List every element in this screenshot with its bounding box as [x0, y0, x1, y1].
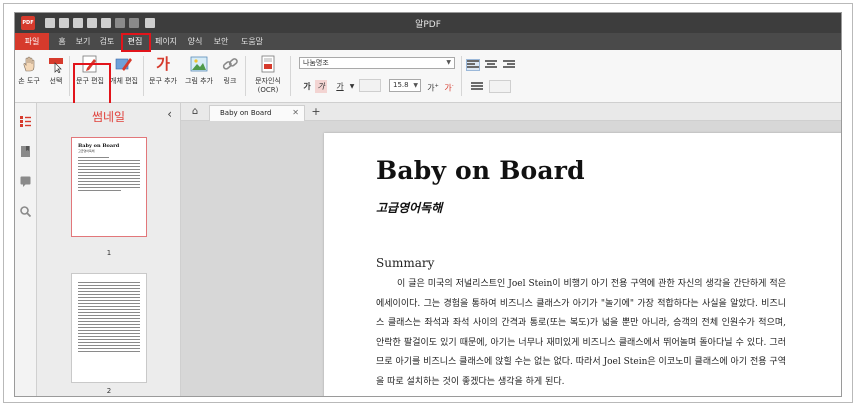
select-button[interactable]: 선택	[45, 53, 67, 99]
title-bar: PDF 알PDF	[15, 13, 841, 33]
window-title: 알PDF	[415, 20, 441, 30]
edit-text-icon	[82, 55, 97, 73]
home-tab-icon[interactable]: ⌂	[187, 105, 203, 119]
add-image-button[interactable]: 그림 추가	[183, 53, 215, 99]
ribbon-separator	[69, 56, 70, 96]
grow-font-glyph: 가	[427, 83, 435, 93]
page-thumbnail-1[interactable]: Baby on Board 고급영어독해	[71, 137, 147, 237]
menu-home[interactable]: 홈	[55, 35, 69, 48]
add-text-label: 문구 추가	[149, 77, 177, 85]
search-icon[interactable]	[20, 206, 31, 217]
document-title[interactable]: Baby on Board	[376, 156, 585, 185]
line-spacing-button[interactable]	[489, 80, 511, 93]
side-rail	[15, 103, 37, 396]
menu-page[interactable]: 페이지	[153, 35, 179, 48]
hand-tool-button[interactable]: 손 도구	[17, 53, 41, 99]
document-viewport[interactable]: Baby on Board 고급영어독해 Summary 이 글은 미국의 저널…	[181, 121, 841, 396]
menu-file[interactable]: 파일	[15, 33, 49, 50]
underline-button[interactable]: 가	[333, 80, 347, 93]
thumbnails-icon[interactable]	[20, 116, 31, 127]
thumbnail-content	[78, 279, 140, 377]
document-tab-label: Baby on Board	[220, 109, 272, 117]
hand-icon	[23, 56, 35, 72]
link-button[interactable]: 링크	[219, 53, 241, 99]
page-thumbnail-2[interactable]	[71, 273, 147, 383]
document-subtitle[interactable]: 고급영어독해	[376, 199, 442, 216]
ribbon-separator	[290, 56, 291, 96]
document-tab-strip: ⌂ Baby on Board ✕ +	[181, 103, 841, 121]
chevron-down-icon[interactable]: ▼	[349, 80, 355, 93]
font-family-select[interactable]: 나눔명조 ▼	[299, 57, 455, 69]
ribbon-toolbar: 손 도구 선택 문구 편집 개체 편집 가 문구 추가 그림 추가 링크 문자인…	[15, 50, 841, 103]
shrink-font-button[interactable]: 가-	[443, 80, 455, 93]
menu-bar: 파일 홈 보기 검토 편집 페이지 양식 보안 도움말	[15, 33, 841, 50]
menu-security[interactable]: 보안	[211, 35, 231, 48]
bold-button[interactable]: 가	[301, 80, 313, 93]
add-text-icon: 가	[156, 55, 170, 73]
bookmark-icon[interactable]	[20, 146, 31, 157]
thumbnail-panel-title: 썸네일	[91, 110, 126, 124]
menu-edit[interactable]: 편집	[123, 35, 147, 48]
thumbnail-text-lines	[78, 282, 140, 352]
thumbnail-content: Baby on Board 고급영어독해	[78, 143, 140, 231]
select-cursor-icon	[49, 58, 63, 73]
menu-help[interactable]: 도움말	[237, 35, 267, 48]
comment-icon[interactable]	[20, 176, 31, 187]
chevron-down-icon: ▼	[413, 82, 418, 89]
hand-tool-label: 손 도구	[18, 77, 40, 85]
add-image-label: 그림 추가	[185, 77, 213, 85]
document-tab[interactable]: Baby on Board ✕	[209, 105, 305, 121]
align-center-icon[interactable]	[485, 60, 497, 70]
ribbon-separator	[143, 56, 144, 96]
edit-text-button[interactable]: 문구 편집	[75, 53, 105, 99]
thumbnail-panel: 썸네일 ‹ Baby on Board 고급영어독해 1 2	[37, 103, 181, 396]
align-left-icon[interactable]	[466, 59, 480, 71]
ribbon-separator	[245, 56, 246, 96]
link-icon	[222, 58, 238, 70]
app-window: PDF 알PDF 파일 홈 보기 검토 편집 페이지 양식 보안 도움말 손 도…	[14, 12, 842, 397]
add-text-button[interactable]: 가 문구 추가	[147, 53, 179, 99]
close-tab-icon[interactable]: ✕	[292, 106, 299, 120]
select-label: 선택	[49, 77, 63, 85]
summary-paragraph[interactable]: 이 글은 미국의 저널리스트인 Joel Stein이 비행기 아기 전용 구역…	[376, 275, 786, 392]
ocr-label-line2: (OCR)	[257, 86, 279, 94]
screenshot-frame: PDF 알PDF 파일 홈 보기 검토 편집 페이지 양식 보안 도움말 손 도…	[3, 3, 853, 403]
thumbnail-text-lines	[78, 157, 140, 191]
pdf-page[interactable]: Baby on Board 고급영어독해 Summary 이 글은 미국의 저널…	[324, 133, 841, 396]
ocr-label-line1: 문자인식	[255, 77, 281, 85]
highlight-color-button[interactable]	[359, 79, 381, 92]
collapse-panel-icon[interactable]: ‹	[167, 107, 172, 121]
thumbnail-page-number: 2	[106, 387, 112, 395]
edit-text-label: 문구 편집	[76, 77, 104, 85]
edit-object-icon	[115, 58, 132, 71]
font-family-value: 나눔명조	[303, 59, 329, 67]
shrink-font-glyph: 가	[444, 83, 452, 93]
ocr-button[interactable]: 문자인식 (OCR)	[251, 53, 285, 99]
add-tab-button[interactable]: +	[309, 105, 323, 119]
font-size-select[interactable]: 15.8 ▼	[389, 79, 421, 92]
ocr-icon	[261, 55, 275, 73]
link-label: 링크	[223, 77, 237, 85]
italic-button[interactable]: 가	[315, 80, 327, 93]
font-size-value: 15.8	[393, 81, 409, 89]
align-justify-icon[interactable]	[471, 82, 483, 92]
chevron-down-icon: ▼	[446, 59, 451, 66]
ocr-label: 문자인식 (OCR)	[251, 77, 285, 95]
menu-form[interactable]: 양식	[185, 35, 205, 48]
thumbnail-page-number: 1	[106, 249, 112, 257]
grow-font-button[interactable]: 가+	[427, 80, 439, 93]
menu-view[interactable]: 보기	[73, 35, 93, 48]
section-heading[interactable]: Summary	[376, 256, 434, 270]
thumbnail-subtitle: 고급영어독해	[78, 149, 95, 153]
edit-object-label: 개체 편집	[110, 77, 138, 85]
ribbon-separator	[461, 56, 462, 96]
image-icon	[190, 56, 208, 72]
edit-object-button[interactable]: 개체 편집	[108, 53, 140, 99]
menu-review[interactable]: 검토	[97, 35, 117, 48]
thumbnail-panel-header: 썸네일 ‹	[37, 103, 180, 125]
align-right-icon[interactable]	[503, 60, 515, 70]
